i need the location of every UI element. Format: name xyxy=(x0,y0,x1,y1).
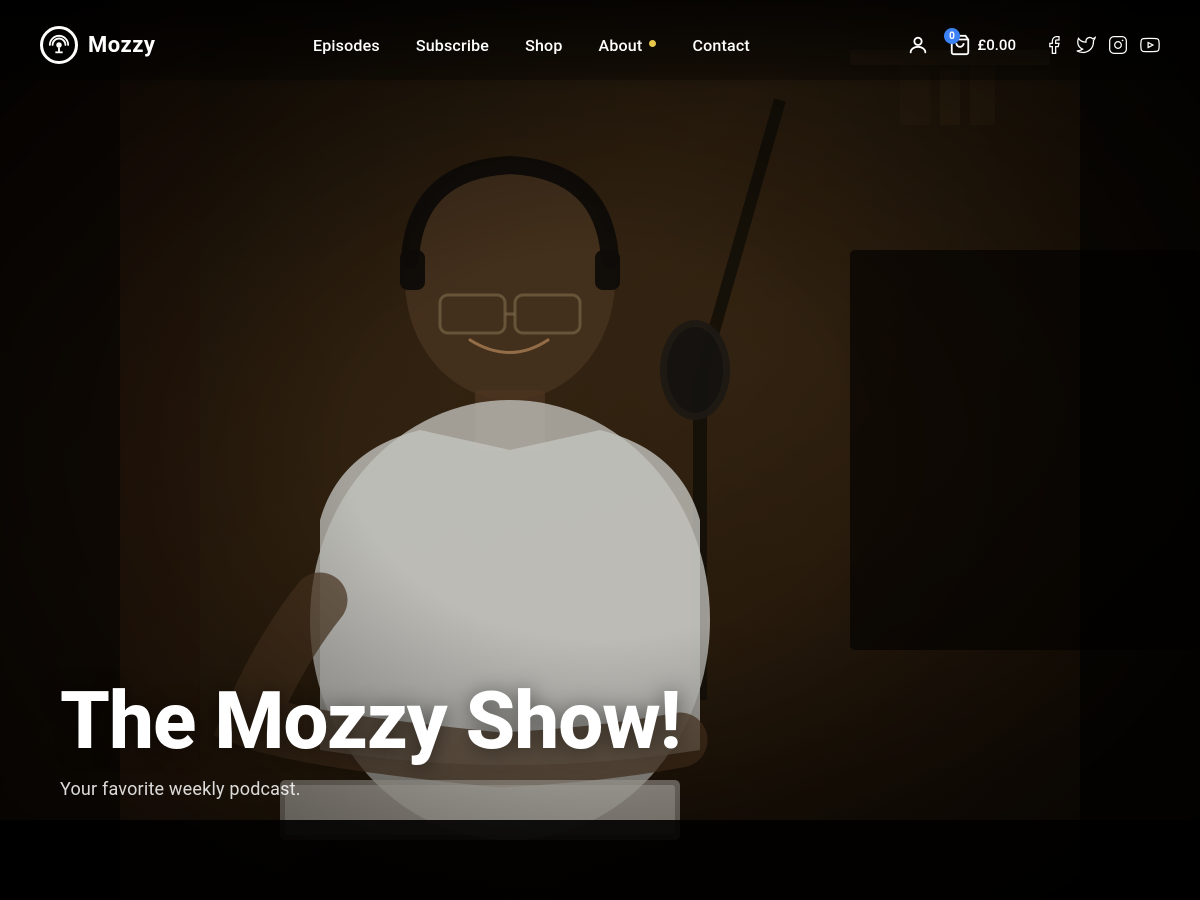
nav-link-shop[interactable]: Shop xyxy=(525,36,562,55)
logo-icon xyxy=(40,26,78,64)
nav-item-episodes[interactable]: Episodes xyxy=(313,36,380,55)
nav-link-contact[interactable]: Contact xyxy=(692,36,749,55)
about-indicator-dot xyxy=(649,40,656,47)
hero-title: The Mozzy Show! xyxy=(60,679,681,763)
nav-item-about[interactable]: About xyxy=(599,36,657,55)
navbar: Mozzy Episodes Subscribe Shop About Cont… xyxy=(0,0,1200,90)
cart-button[interactable]: 0 £0.00 xyxy=(949,34,1016,56)
nav-link-about[interactable]: About xyxy=(599,36,643,55)
hero-section: Mozzy Episodes Subscribe Shop About Cont… xyxy=(0,0,1200,900)
hero-content: The Mozzy Show! Your favorite weekly pod… xyxy=(60,679,681,800)
logo[interactable]: Mozzy xyxy=(40,26,155,64)
nav-item-subscribe[interactable]: Subscribe xyxy=(416,36,489,55)
logo-text: Mozzy xyxy=(88,33,155,58)
social-links xyxy=(1044,35,1160,55)
user-account-button[interactable] xyxy=(907,34,929,56)
nav-right-section: 0 £0.00 xyxy=(907,34,1160,56)
youtube-icon[interactable] xyxy=(1140,35,1160,55)
facebook-icon[interactable] xyxy=(1044,35,1064,55)
instagram-icon[interactable] xyxy=(1108,35,1128,55)
nav-links: Episodes Subscribe Shop About Contact xyxy=(313,36,750,55)
hero-subtitle: Your favorite weekly podcast. xyxy=(60,779,681,800)
cart-badge: 0 xyxy=(944,28,960,44)
nav-item-shop[interactable]: Shop xyxy=(525,36,562,55)
nav-link-subscribe[interactable]: Subscribe xyxy=(416,36,489,55)
nav-link-episodes[interactable]: Episodes xyxy=(313,36,380,55)
twitter-icon[interactable] xyxy=(1076,35,1096,55)
nav-item-contact[interactable]: Contact xyxy=(692,36,749,55)
cart-price: £0.00 xyxy=(977,36,1016,54)
